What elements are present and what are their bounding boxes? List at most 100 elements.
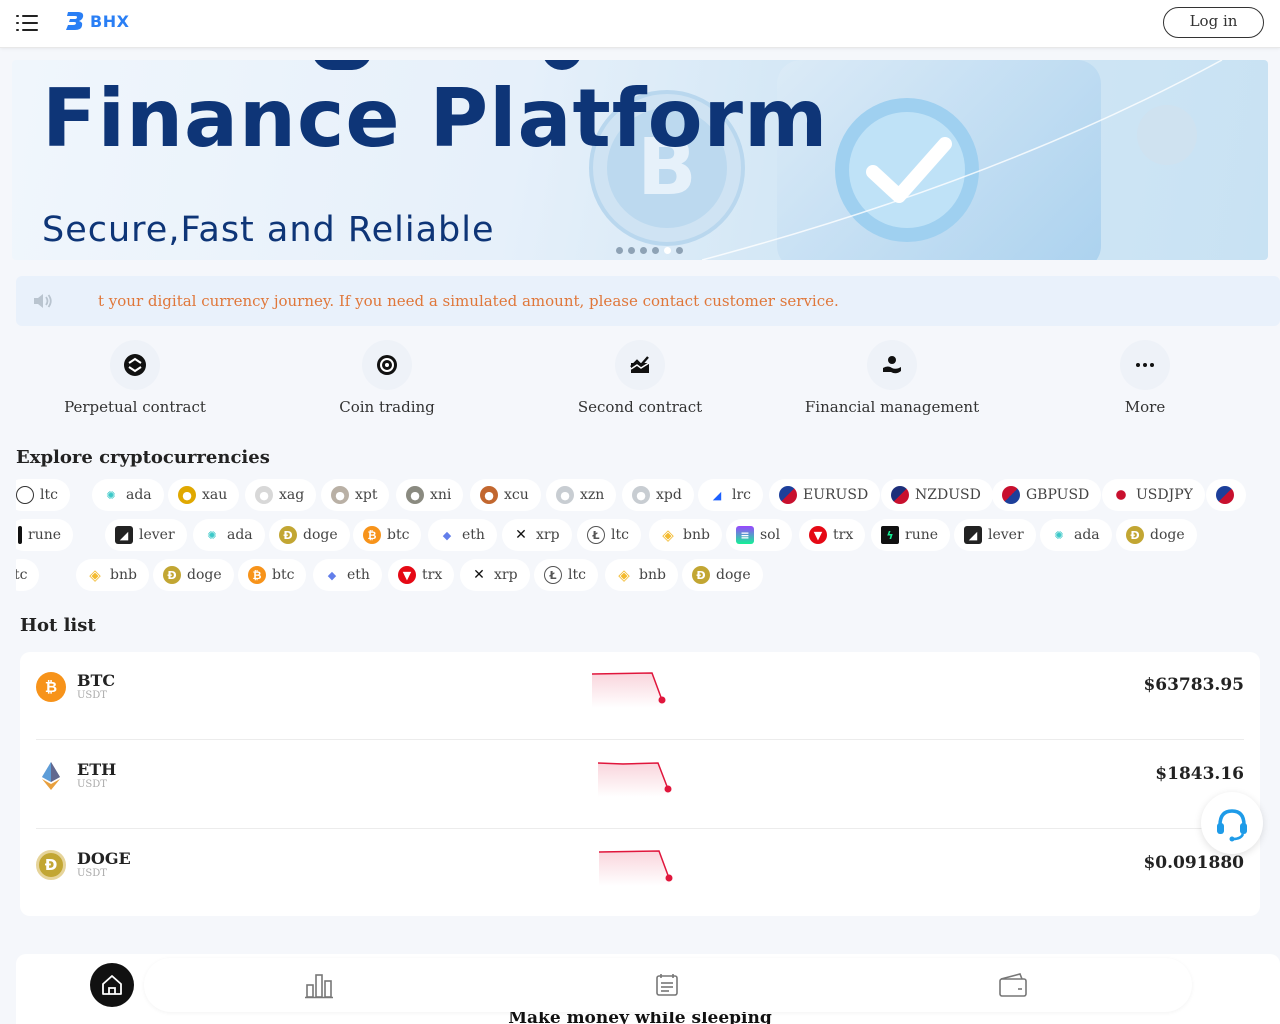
pagination-dot[interactable] (616, 247, 623, 254)
chip-bnb[interactable]: ◈ bnb (605, 559, 678, 591)
brand-logo[interactable]: BHX (64, 10, 129, 32)
chip-ltc[interactable]: Łltc (577, 519, 641, 551)
chip-ada[interactable]: ✺ ada (1040, 519, 1112, 551)
explore-title: Explore cryptocurrencies (16, 447, 270, 468)
btc-icon: ₿ (36, 672, 66, 702)
chip-label: eth (462, 527, 485, 543)
pagination-dot-active[interactable] (664, 247, 671, 254)
chip-sol[interactable]: ≡ sol (726, 519, 793, 551)
customer-service-button[interactable] (1201, 792, 1263, 854)
pagination-dot[interactable] (628, 247, 635, 254)
chip-btc[interactable]: ₿ btc (353, 519, 422, 551)
logo-text: BHX (90, 11, 130, 31)
chip-rune[interactable]: rune (16, 519, 74, 551)
wallet-icon (999, 973, 1027, 997)
pagination-dot[interactable] (652, 247, 659, 254)
chip-xpt[interactable]: ● xpt (321, 479, 390, 511)
chip-xzn[interactable]: ● xzn (546, 479, 617, 511)
banner-title: Finance Platform (42, 72, 829, 165)
bottom-tab-bar (144, 958, 1192, 1012)
ada-icon: ✺ (203, 526, 221, 544)
quick-menu-coin-trading[interactable]: Coin trading (287, 340, 487, 416)
chip-xni[interactable]: ● xni (396, 479, 464, 511)
chip-rune[interactable]: ϟ rune (871, 519, 951, 551)
tab-orders[interactable] (637, 958, 697, 1012)
chip-bnb[interactable]: ◈ bnb (76, 559, 149, 591)
hamburger-icon[interactable] (16, 12, 40, 34)
second-contract-icon (615, 340, 665, 390)
hot-list-row[interactable]: Ð DOGE USDT $0.091880 (36, 830, 1244, 918)
tab-market[interactable] (289, 958, 349, 1012)
chip-ltc[interactable]: ltc (16, 479, 70, 511)
tab-wallet[interactable] (983, 958, 1043, 1012)
trx-icon: ▼ (809, 526, 827, 544)
chip-xau[interactable]: ● xau (168, 479, 240, 511)
xau-icon: ● (178, 486, 196, 504)
hot-list-row[interactable]: ₿ BTC USDT $63783.95 (36, 652, 1244, 740)
pagination-dot[interactable] (676, 247, 683, 254)
coin-price: $1843.16 (1155, 764, 1244, 784)
rune-icon (18, 526, 22, 544)
promo-banner[interactable]: B Finance Platform Secure,Fast and Relia… (12, 60, 1268, 260)
chip-eurusd[interactable]: EURUSD (769, 479, 881, 511)
lever-icon: ◢ (115, 526, 133, 544)
banner-pagination[interactable] (616, 247, 683, 254)
chip-usdjpy[interactable]: USDJPY (1102, 479, 1205, 511)
chip-xrp[interactable]: ✕ xrp (502, 519, 572, 551)
rune-icon: ϟ (881, 526, 899, 544)
chip-ada[interactable]: ✺ ada (92, 479, 164, 511)
chip-ltc[interactable]: Łltc (534, 559, 598, 591)
xpd-icon: ● (632, 486, 650, 504)
chip-doge[interactable]: Ðdoge (1116, 519, 1197, 551)
quick-menu-perpetual-contract[interactable]: Perpetual contract (35, 340, 235, 416)
usdjpy-flag-icon (1112, 486, 1130, 504)
chip-label: NZDUSD (915, 487, 981, 503)
tab-home[interactable] (90, 963, 134, 1007)
chip-label: btc (387, 527, 410, 543)
notice-bar[interactable]: t your digital currency journey. If you … (16, 276, 1280, 326)
crypto-chip-row-2: rune ◢ lever ✺ ada Ðdoge ₿ btc ◆ eth ✕ xrp Łl… (16, 519, 1248, 553)
chip-label: trx (833, 527, 854, 543)
chip-label: xzn (580, 487, 605, 503)
chip-label: doge (716, 567, 751, 583)
pagination-dot[interactable] (640, 247, 647, 254)
chip-xrp[interactable]: ✕ xrp (460, 559, 530, 591)
chip-btc[interactable]: tc (16, 559, 40, 591)
chip-forex[interactable] (1206, 479, 1246, 511)
chip-lrc[interactable]: ◢ lrc (698, 479, 764, 511)
customer-service-icon (1217, 809, 1247, 842)
chip-doge[interactable]: Ðdoge (269, 519, 350, 551)
chip-nzdusd[interactable]: NZDUSD (881, 479, 993, 511)
top-header: BHX Log in (0, 0, 1280, 48)
chip-bnb[interactable]: ◈ bnb (649, 519, 722, 551)
chip-trx[interactable]: ▼ trx (799, 519, 866, 551)
chip-gbpusd[interactable]: GBPUSD (992, 479, 1102, 511)
chip-trx[interactable]: ▼ trx (388, 559, 455, 591)
market-chart-icon (305, 974, 333, 999)
chip-xcu[interactable]: ● xcu (470, 479, 541, 511)
sol-icon: ≡ (736, 526, 754, 544)
chip-label: lrc (732, 487, 752, 503)
quick-menu-more[interactable]: More (1045, 340, 1245, 416)
chip-eth[interactable]: ◆ eth (313, 559, 382, 591)
banner-subtitle: Secure,Fast and Reliable (42, 210, 495, 250)
quick-menu-label: Financial management (804, 398, 980, 416)
chip-ada[interactable]: ✺ ada (193, 519, 265, 551)
chip-doge[interactable]: Ðdoge (153, 559, 234, 591)
chip-label: lever (988, 527, 1024, 543)
chip-lever[interactable]: ◢ lever (954, 519, 1036, 551)
chip-lever[interactable]: ◢ lever (105, 519, 187, 551)
chip-doge[interactable]: Ðdoge (682, 559, 763, 591)
quick-menu-second-contract[interactable]: Second contract (540, 340, 740, 416)
chip-xpd[interactable]: ● xpd (622, 479, 694, 511)
chip-eth[interactable]: ◆ eth (428, 519, 497, 551)
login-button[interactable]: Log in (1163, 7, 1264, 38)
chip-btc[interactable]: ₿ btc (238, 559, 307, 591)
banner-decoration (312, 60, 372, 70)
quick-menu-financial-management[interactable]: Financial management (792, 340, 992, 416)
coin-quote: USDT (77, 868, 107, 879)
chip-xag[interactable]: ● xag (245, 479, 317, 511)
hot-list-row[interactable]: ETH USDT $1843.16 (36, 741, 1244, 829)
chip-label: ada (126, 487, 152, 503)
chip-label: ada (1074, 527, 1100, 543)
